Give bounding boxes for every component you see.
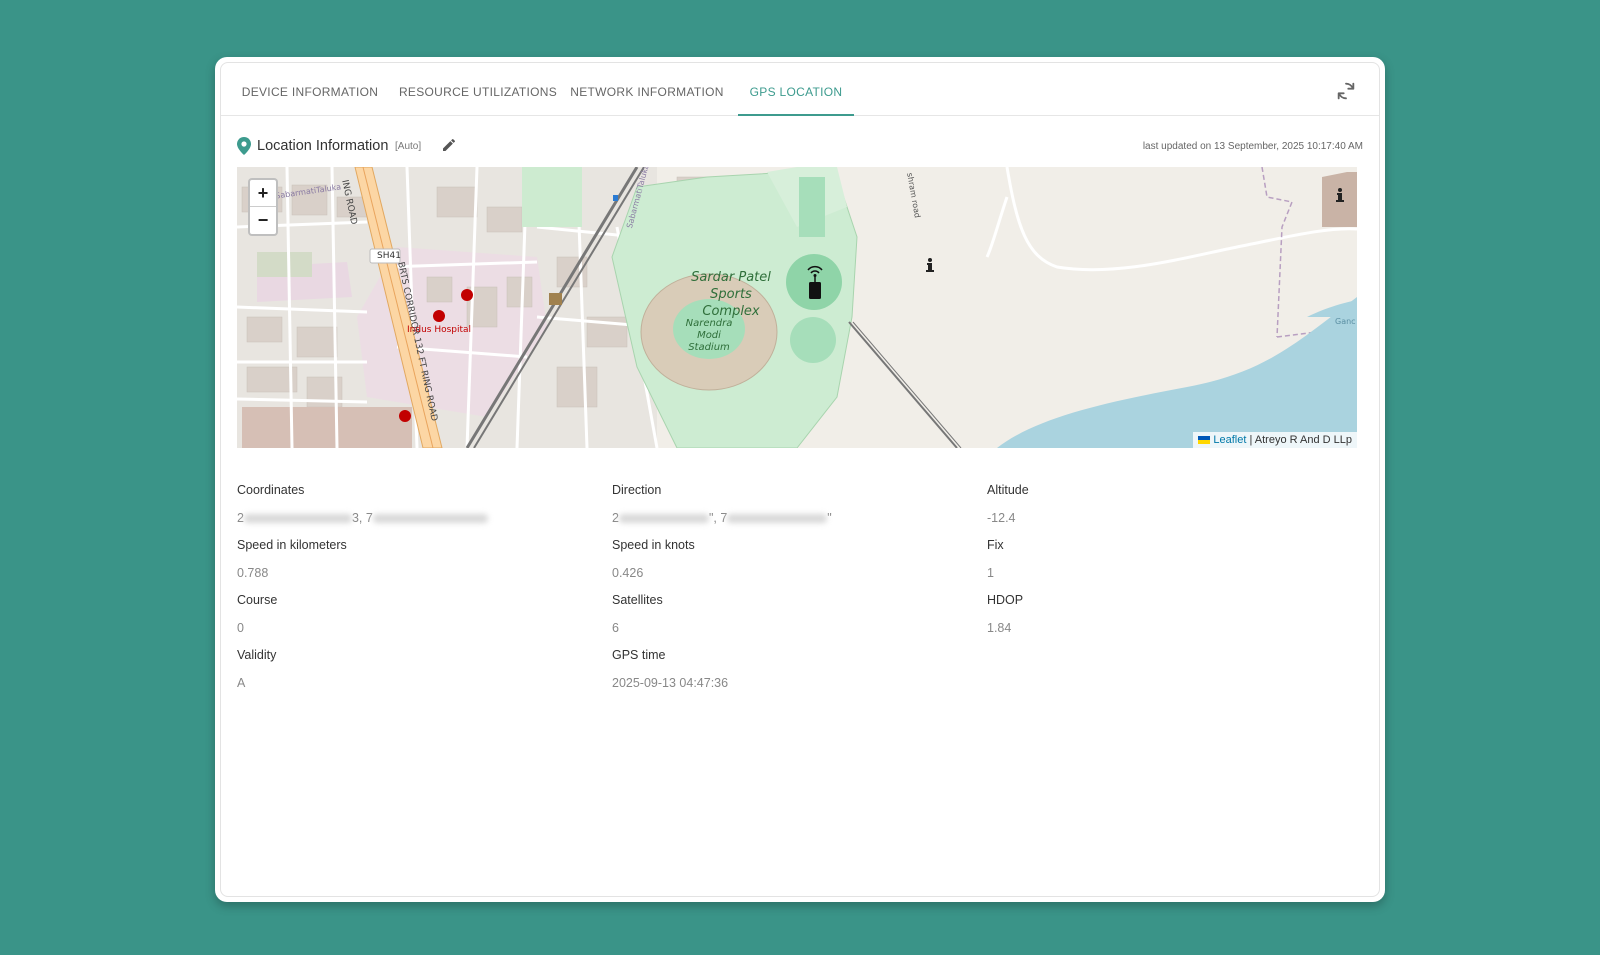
- speed-knots-label: Speed in knots: [612, 538, 695, 552]
- location-header: Location Information [Auto] last updated…: [237, 135, 1363, 159]
- validity-label: Validity: [237, 648, 277, 662]
- gps-time-value: 2025-09-13 04:47:36: [612, 676, 729, 690]
- satellites-value: 6: [612, 621, 619, 635]
- info-point-icon-2: [1336, 188, 1344, 202]
- gps-map[interactable]: SH41 BRTS CORRIDOR 132 FT RING ROAD ING …: [237, 167, 1357, 448]
- speed-km-value: 0.788: [237, 566, 269, 580]
- coordinates-value: 2 3, 7: [237, 511, 607, 525]
- location-pin-icon: [237, 137, 251, 155]
- zoom-out-button[interactable]: −: [250, 207, 276, 234]
- hdop-value: 1.84: [987, 621, 1012, 635]
- altitude-value: -12.4: [987, 511, 1016, 525]
- field-direction: Direction 2 ", 7 ": [612, 483, 982, 525]
- highway-label: SH41: [377, 251, 401, 261]
- tab-gps-location[interactable]: GPS LOCATION: [738, 63, 854, 116]
- zoom-in-button[interactable]: +: [250, 180, 276, 207]
- device-details-card: DEVICE INFORMATION RESOURCE UTILIZATIONS…: [215, 57, 1385, 902]
- speed-knots-value: 0.426: [612, 566, 644, 580]
- sports-complex-label: Sardar Patel Sports Complex: [691, 270, 771, 319]
- device-marker-icon[interactable]: [805, 261, 825, 301]
- direction-value: 2 ", 7 ": [612, 511, 832, 525]
- hospital-label: Indus Hospital: [407, 325, 472, 335]
- field-coordinates: Coordinates 2 3, 7: [237, 483, 607, 525]
- water-label: Ganc: [1335, 317, 1356, 326]
- field-hdop: HDOP 1.84: [987, 593, 1357, 635]
- location-title: Location Information: [257, 138, 389, 154]
- field-gps-time: GPS time 2025-09-13 04:47:36: [612, 648, 982, 690]
- tab-device-information[interactable]: DEVICE INFORMATION: [235, 63, 385, 116]
- last-updated-text: last updated on 13 September, 2025 10:17…: [1142, 141, 1363, 152]
- refresh-icon[interactable]: [1335, 80, 1357, 102]
- leaflet-link[interactable]: Leaflet: [1213, 434, 1246, 446]
- tab-bar: DEVICE INFORMATION RESOURCE UTILIZATIONS…: [221, 63, 1379, 116]
- altitude-label: Altitude: [987, 483, 1029, 497]
- coordinates-label: Coordinates: [237, 483, 305, 497]
- fix-label: Fix: [987, 538, 1004, 552]
- tab-resource-utilizations[interactable]: RESOURCE UTILIZATIONS: [393, 63, 563, 116]
- validity-value: A: [237, 676, 246, 690]
- info-point-icon: [926, 258, 934, 272]
- ukraine-flag-icon: [1198, 436, 1211, 445]
- satellites-label: Satellites: [612, 593, 663, 607]
- fix-value: 1: [987, 566, 994, 580]
- field-speed-knots: Speed in knots 0.426: [612, 538, 982, 580]
- field-altitude: Altitude -12.4: [987, 483, 1357, 525]
- field-validity: Validity A: [237, 648, 607, 690]
- hdop-label: HDOP: [987, 593, 1024, 607]
- map-attribution: Leaflet | Atreyo R And D LLp: [1193, 432, 1357, 448]
- direction-label: Direction: [612, 483, 662, 497]
- stadium-label: Narendra Modi Stadium: [685, 318, 733, 353]
- course-value: 0: [237, 621, 244, 635]
- card-inner: DEVICE INFORMATION RESOURCE UTILIZATIONS…: [220, 62, 1380, 897]
- edit-icon[interactable]: [441, 137, 457, 153]
- field-course: Course 0: [237, 593, 607, 635]
- field-satellites: Satellites 6: [612, 593, 982, 635]
- zoom-control: + −: [248, 178, 278, 236]
- location-mode: [Auto]: [395, 141, 422, 152]
- speed-km-label: Speed in kilometers: [237, 538, 347, 552]
- course-label: Course: [237, 593, 278, 607]
- gps-time-label: GPS time: [612, 648, 666, 662]
- field-fix: Fix 1: [987, 538, 1357, 580]
- attribution-text: | Atreyo R And D LLp: [1246, 434, 1352, 446]
- tab-network-information[interactable]: NETWORK INFORMATION: [567, 63, 727, 116]
- field-speed-km: Speed in kilometers 0.788: [237, 538, 607, 580]
